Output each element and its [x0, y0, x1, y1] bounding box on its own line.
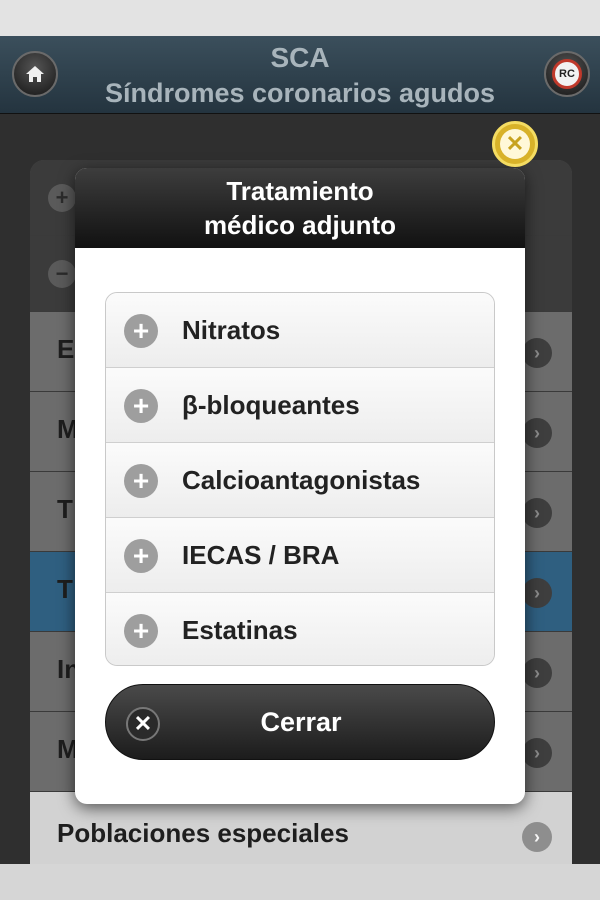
chevron-right-icon: ›: [522, 498, 552, 528]
plus-icon: +: [124, 614, 158, 648]
list-item-label: T: [57, 574, 73, 604]
plus-icon: +: [124, 389, 158, 423]
option-calcioantagonistas[interactable]: + Calcioantagonistas: [106, 443, 494, 518]
treatment-dialog: Tratamiento médico adjunto + Nitratos + …: [75, 168, 525, 804]
close-button[interactable]: ✕ Cerrar: [105, 684, 495, 760]
close-icon: ✕: [500, 129, 530, 159]
option-nitratos[interactable]: + Nitratos: [106, 293, 494, 368]
bottom-band: [0, 864, 600, 900]
dialog-title-line2: médico adjunto: [203, 210, 397, 240]
close-button-label: Cerrar: [260, 707, 342, 737]
chevron-right-icon: ›: [522, 578, 552, 608]
list-item-label: T: [57, 494, 73, 524]
chevron-right-icon: ›: [522, 418, 552, 448]
plus-icon: +: [124, 539, 158, 573]
page-title: SCA: [270, 42, 330, 73]
option-label: Calcioantagonistas: [182, 465, 421, 495]
page-subtitle: Síndromes coronarios agudos: [104, 78, 496, 108]
option-iecas-bra[interactable]: + IECAS / BRA: [106, 518, 494, 593]
option-label: IECAS / BRA: [182, 540, 340, 570]
list-item-label: Poblaciones especiales: [57, 818, 349, 848]
dialog-header: Tratamiento médico adjunto: [75, 168, 525, 248]
option-label: β-bloqueantes: [182, 390, 360, 420]
rc-logo-button[interactable]: RC: [544, 51, 590, 97]
chevron-right-icon: ›: [522, 658, 552, 688]
minus-icon: −: [48, 260, 76, 288]
chevron-right-icon: ›: [522, 338, 552, 368]
list-item-label: E: [57, 334, 75, 364]
option-beta-bloqueantes[interactable]: + β-bloqueantes: [106, 368, 494, 443]
chevron-right-icon: ›: [522, 738, 552, 768]
option-label: Nitratos: [182, 315, 281, 345]
dialog-title-line1: Tratamiento: [226, 176, 374, 206]
top-band: [0, 0, 600, 36]
plus-icon: +: [124, 464, 158, 498]
chevron-right-icon: ›: [522, 822, 552, 852]
plus-icon: +: [124, 314, 158, 348]
option-label: Estatinas: [182, 615, 298, 645]
dialog-close-button[interactable]: ✕: [492, 121, 538, 167]
rc-logo-icon: RC: [552, 59, 582, 89]
plus-icon: +: [48, 184, 76, 212]
option-estatinas[interactable]: + Estatinas: [106, 593, 494, 665]
dialog-option-list: + Nitratos + β-bloqueantes + Calcioantag…: [105, 292, 495, 666]
app-header: SCA Síndromes coronarios agudos RC: [0, 36, 600, 114]
